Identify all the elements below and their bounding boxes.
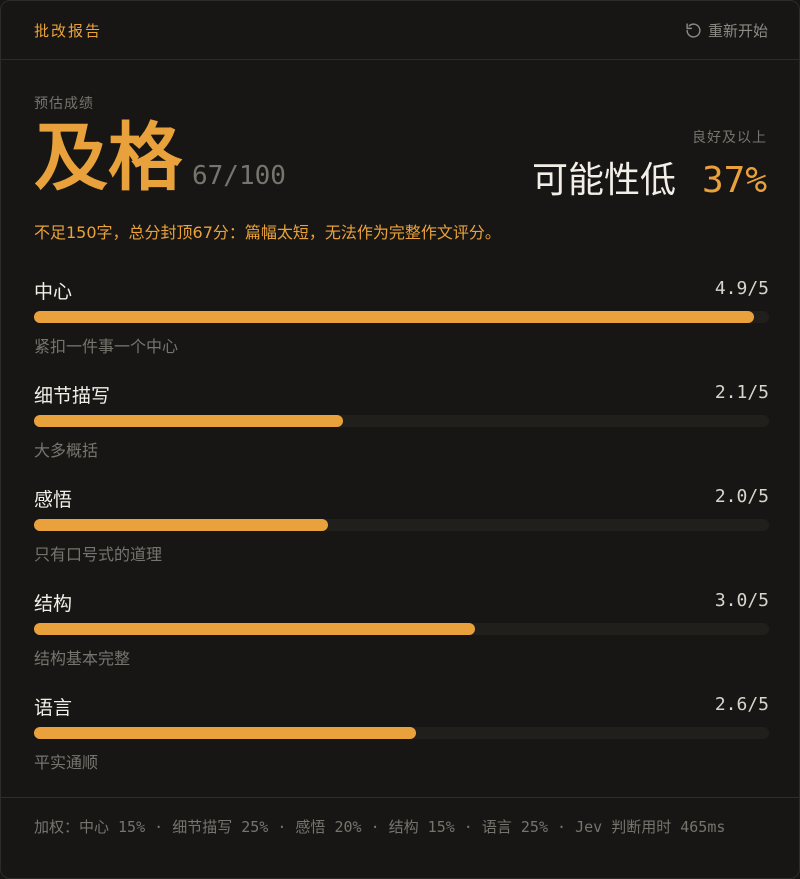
criterion-bar-track — [34, 727, 769, 739]
criterion-detail: 细节描写 2.1/5 大多概括 — [34, 381, 769, 471]
score-value: 67/100 — [192, 161, 286, 191]
criterion-name: 细节描写 — [34, 385, 111, 407]
rotate-ccw-icon — [685, 22, 702, 39]
criterion-bar-track — [34, 311, 769, 323]
grade-value: 及格 — [34, 115, 182, 201]
report-header: 批改报告 重新开始 — [1, 1, 799, 60]
weighting-info: 加权：中心 15% · 细节描写 25% · 感悟 20% · 结构 15% ·… — [34, 818, 726, 836]
estimate-label: 预估成绩 — [34, 96, 94, 112]
criterion-name: 结构 — [34, 593, 73, 615]
criterion-score: 2.0/5 — [714, 486, 769, 507]
report-footer: 加权：中心 15% · 细节描写 25% · 感悟 20% · 结构 15% ·… — [1, 797, 799, 878]
criterion-name: 中心 — [34, 281, 73, 303]
probability-text: 可能性低 — [531, 160, 676, 201]
criterion-score: 2.6/5 — [714, 694, 769, 715]
restart-label: 重新开始 — [707, 21, 768, 40]
criterion-comment: 结构基本完整 — [34, 649, 131, 668]
report-panel: 批改报告 重新开始 预估成绩 及格 67/100 良好及以上 可能性低 37% … — [0, 0, 800, 879]
criterion-name: 感悟 — [34, 489, 73, 511]
criterion-bar-fill — [34, 415, 343, 427]
criterion-comment: 平实通顺 — [34, 753, 99, 772]
criterion-comment: 紧扣一件事一个中心 — [34, 337, 179, 356]
criterion-bar-fill — [34, 311, 755, 323]
criterion-comment: 只有口号式的道理 — [34, 545, 163, 564]
probability-percent: 37% — [701, 160, 767, 201]
score-cap-note: 不足150字，总分封顶67分：篇幅太短，无法作为完整作文评分。 — [34, 223, 501, 242]
criterion-bar-track — [34, 415, 769, 427]
probability-row: 可能性低 37% — [532, 151, 767, 203]
probability-caption: 良好及以上 — [692, 130, 767, 146]
criterion-bar-track — [34, 623, 769, 635]
criterion-structure: 结构 3.0/5 结构基本完整 — [34, 589, 769, 679]
criterion-name: 语言 — [34, 697, 73, 719]
criterion-score: 2.1/5 — [714, 382, 769, 403]
report-title: 批改报告 — [34, 22, 103, 40]
criterion-bar-track — [34, 519, 769, 531]
criterion-score: 4.9/5 — [714, 278, 769, 299]
criterion-insight: 感悟 2.0/5 只有口号式的道理 — [34, 485, 769, 575]
criterion-bar-fill — [34, 727, 417, 739]
criterion-comment: 大多概括 — [34, 441, 99, 460]
restart-button[interactable]: 重新开始 — [685, 19, 768, 41]
criterion-center: 中心 4.9/5 紧扣一件事一个中心 — [34, 277, 769, 367]
criterion-bar-fill — [34, 519, 328, 531]
criterion-language: 语言 2.6/5 平实通顺 — [34, 693, 769, 783]
criterion-bar-fill — [34, 623, 475, 635]
criterion-score: 3.0/5 — [714, 590, 769, 611]
